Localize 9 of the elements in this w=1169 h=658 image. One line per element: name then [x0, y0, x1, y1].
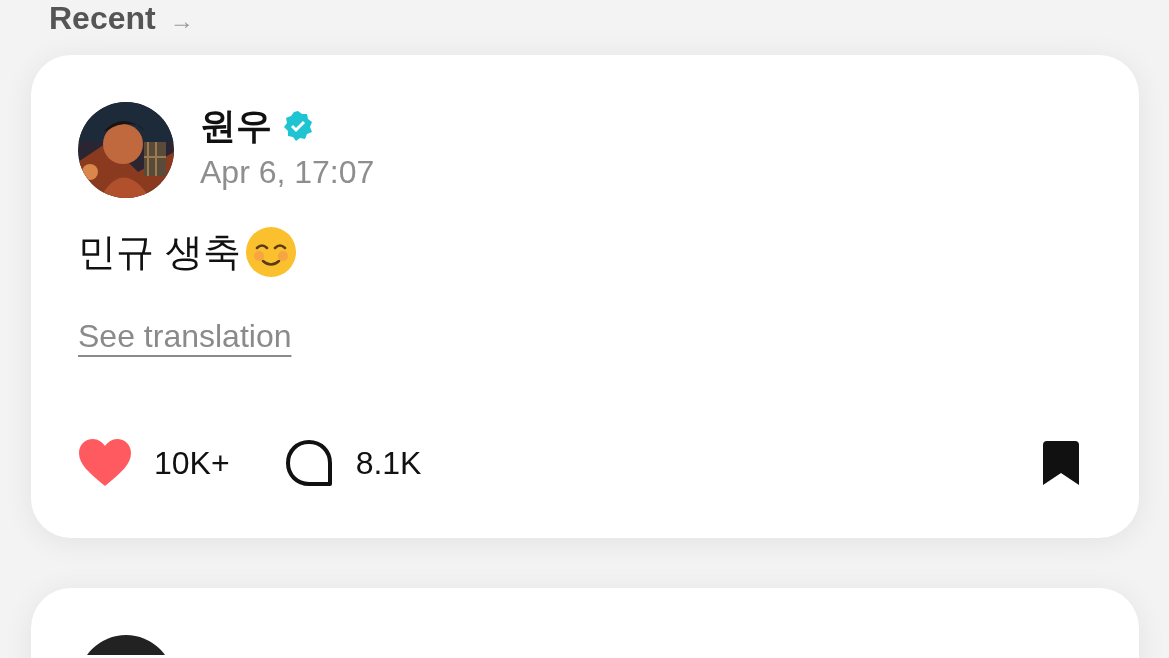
section-title[interactable]: Recent [49, 0, 156, 38]
author-name[interactable]: 원우 [200, 104, 272, 148]
see-translation-link[interactable]: See translation [78, 316, 292, 356]
comment-icon[interactable] [283, 438, 334, 488]
comment-count: 8.1K [355, 444, 422, 482]
heart-icon[interactable] [78, 438, 132, 488]
post-time: Apr 6, 17:07 [200, 153, 375, 192]
post-text: 민규 생축 [78, 230, 241, 275]
like-count: 10K+ [154, 444, 230, 482]
